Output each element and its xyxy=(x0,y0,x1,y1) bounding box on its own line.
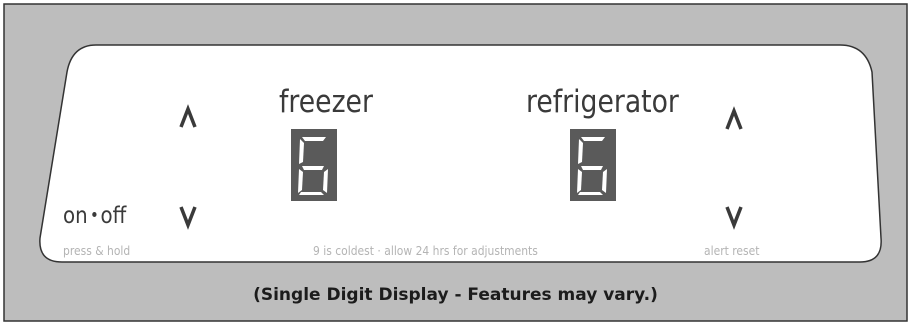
display-bezel xyxy=(39,44,882,263)
refrigerator-digit: 6 xyxy=(470,28,607,195)
freezer-temperature-display: 6 xyxy=(191,28,337,201)
refrigerator-temperature-display: 6 xyxy=(470,28,616,201)
separator-dot xyxy=(91,212,97,217)
freezer-label: freezer xyxy=(279,84,373,120)
chevron-down-icon xyxy=(179,206,197,230)
chevron-down-icon xyxy=(725,206,743,230)
chevron-up-icon xyxy=(179,104,197,128)
panel-frame xyxy=(0,0,911,325)
refrigerator-up-button[interactable] xyxy=(714,100,754,140)
chevron-up-icon xyxy=(725,106,743,130)
freezer-up-button[interactable] xyxy=(168,98,208,138)
power-on-label: on xyxy=(63,203,88,229)
refrigerator-label: refrigerator xyxy=(526,84,679,120)
power-off-label: off xyxy=(100,203,127,229)
coldest-hint: 9 is coldest · allow 24 hrs for adjustme… xyxy=(313,243,538,258)
press-hold-hint: press & hold xyxy=(63,243,131,258)
control-panel-figure: freezer refrigerator 6 xyxy=(0,0,911,325)
alert-reset-button[interactable]: alert reset xyxy=(704,243,759,258)
power-button[interactable]: on off xyxy=(63,203,126,229)
refrigerator-down-button[interactable] xyxy=(714,196,754,236)
freezer-down-button[interactable] xyxy=(168,196,208,236)
figure-caption: (Single Digit Display - Features may var… xyxy=(253,285,658,305)
freezer-digit: 6 xyxy=(191,28,328,195)
